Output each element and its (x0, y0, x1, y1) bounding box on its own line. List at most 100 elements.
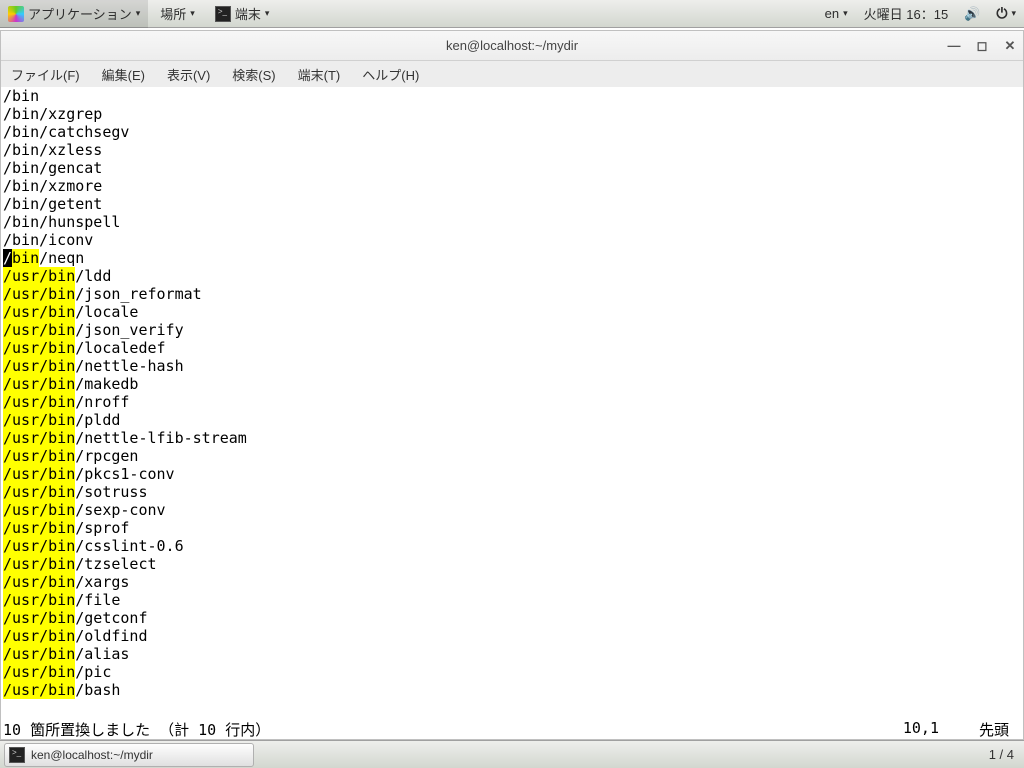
terminal-line: /usr/bin/pic (3, 663, 1021, 681)
chevron-down-icon: ▾ (1011, 8, 1016, 19)
places-label: 場所 (160, 4, 186, 23)
search-highlight: /usr/bin (3, 375, 75, 393)
scroll-position: 先頭 (979, 719, 1009, 740)
search-highlight: /usr/bin (3, 285, 75, 303)
menu-view[interactable]: 表示(V) (163, 63, 214, 86)
terminal-line: /usr/bin/rpcgen (3, 447, 1021, 465)
bottom-panel: ken@localhost:~/mydir 1 / 4 (0, 740, 1024, 768)
terminal-line: /usr/bin/alias (3, 645, 1021, 663)
status-message: 10 箇所置換しました （計 10 行内） (3, 719, 270, 740)
terminal-window: ken@localhost:~/mydir — ◻ ✕ ファイル(F) 編集(E… (0, 30, 1024, 740)
power-icon (996, 5, 1007, 22)
search-highlight: /usr/bin (3, 303, 75, 321)
cursor: / (3, 249, 12, 267)
applications-menu[interactable]: アプリケーション ▾ (0, 0, 148, 28)
search-highlight: /usr/bin (3, 519, 75, 537)
chevron-down-icon: ▾ (843, 8, 848, 19)
menu-terminal[interactable]: 端末(T) (294, 63, 345, 86)
terminal-line: /usr/bin/file (3, 591, 1021, 609)
terminal-line: /bin/catchsegv (3, 123, 1021, 141)
search-highlight: /usr/bin (3, 393, 75, 411)
search-highlight: /usr/bin (3, 483, 75, 501)
terminal-line: /usr/bin/oldfind (3, 627, 1021, 645)
terminal-line: /usr/bin/nettle-hash (3, 357, 1021, 375)
terminal-icon (9, 747, 25, 763)
search-highlight: bin (12, 249, 39, 267)
terminal-line: /usr/bin/tzselect (3, 555, 1021, 573)
chevron-down-icon: ▾ (136, 8, 141, 19)
terminal-line: /bin/iconv (3, 231, 1021, 249)
terminal-quicklaunch[interactable]: 端末 ▾ (207, 0, 278, 28)
search-highlight: /usr/bin (3, 609, 75, 627)
search-highlight: /usr/bin (3, 267, 75, 285)
window-title: ken@localhost:~/mydir (446, 38, 578, 53)
terminal-line: /bin/gencat (3, 159, 1021, 177)
menubar: ファイル(F) 編集(E) 表示(V) 検索(S) 端末(T) ヘルプ(H) (1, 61, 1023, 87)
menu-file[interactable]: ファイル(F) (7, 63, 84, 86)
terminal-line: /bin/getent (3, 195, 1021, 213)
terminal-line: /usr/bin/csslint-0.6 (3, 537, 1021, 555)
titlebar[interactable]: ken@localhost:~/mydir — ◻ ✕ (1, 31, 1023, 61)
terminal-line: /bin/neqn (3, 249, 1021, 267)
search-highlight: /usr/bin (3, 501, 75, 519)
volume-icon (964, 6, 980, 22)
terminal-label: 端末 (235, 4, 261, 23)
terminal-line: /usr/bin/locale (3, 303, 1021, 321)
terminal-line: /usr/bin/pldd (3, 411, 1021, 429)
menu-edit[interactable]: 編集(E) (98, 63, 149, 86)
close-button[interactable]: ✕ (1003, 39, 1017, 53)
vim-status-line: 10 箇所置換しました （計 10 行内） 10,1 先頭 (1, 719, 1023, 739)
workspace-label: 1 / 4 (989, 747, 1014, 762)
chevron-down-icon: ▾ (190, 8, 195, 19)
search-highlight: /usr/bin (3, 339, 75, 357)
terminal-line: /usr/bin/nroff (3, 393, 1021, 411)
places-menu[interactable]: 場所 ▾ (152, 0, 203, 28)
terminal-content[interactable]: /bin/bin/xzgrep/bin/catchsegv/bin/xzless… (1, 87, 1023, 719)
terminal-line: /usr/bin/bash (3, 681, 1021, 699)
search-highlight: /usr/bin (3, 555, 75, 573)
distro-logo-icon (8, 6, 24, 22)
power-menu[interactable]: ▾ (988, 0, 1024, 28)
search-highlight: /usr/bin (3, 573, 75, 591)
terminal-line: /usr/bin/json_reformat (3, 285, 1021, 303)
terminal-line: /usr/bin/nettle-lfib-stream (3, 429, 1021, 447)
search-highlight: /usr/bin (3, 411, 75, 429)
taskbar-item-label: ken@localhost:~/mydir (31, 748, 153, 762)
volume-control[interactable] (956, 0, 988, 28)
minimize-button[interactable]: — (947, 39, 961, 53)
top-panel: アプリケーション ▾ 場所 ▾ 端末 ▾ en ▾ 火曜日 16：15 ▾ (0, 0, 1024, 28)
terminal-line: /usr/bin/ldd (3, 267, 1021, 285)
terminal-line: /usr/bin/json_verify (3, 321, 1021, 339)
maximize-button[interactable]: ◻ (975, 39, 989, 53)
terminal-line: /usr/bin/pkcs1-conv (3, 465, 1021, 483)
terminal-line: /bin (3, 87, 1021, 105)
terminal-line: /bin/xzless (3, 141, 1021, 159)
terminal-line: /usr/bin/makedb (3, 375, 1021, 393)
search-highlight: /usr/bin (3, 465, 75, 483)
search-highlight: /usr/bin (3, 429, 75, 447)
menu-search[interactable]: 検索(S) (228, 63, 279, 86)
search-highlight: /usr/bin (3, 591, 75, 609)
terminal-line: /bin/xzgrep (3, 105, 1021, 123)
search-highlight: /usr/bin (3, 537, 75, 555)
workspace-switcher[interactable]: 1 / 4 (979, 747, 1024, 762)
search-highlight: /usr/bin (3, 645, 75, 663)
terminal-line: /usr/bin/getconf (3, 609, 1021, 627)
terminal-line: /bin/xzmore (3, 177, 1021, 195)
search-highlight: /usr/bin (3, 321, 75, 339)
search-highlight: /usr/bin (3, 681, 75, 699)
search-highlight: /usr/bin (3, 627, 75, 645)
terminal-line: /usr/bin/sotruss (3, 483, 1021, 501)
terminal-icon (215, 6, 231, 22)
terminal-line: /usr/bin/localedef (3, 339, 1021, 357)
input-language-indicator[interactable]: en ▾ (817, 0, 856, 28)
search-highlight: /usr/bin (3, 357, 75, 375)
clock[interactable]: 火曜日 16：15 (856, 0, 957, 28)
applications-label: アプリケーション (28, 4, 132, 23)
terminal-line: /usr/bin/sexp-conv (3, 501, 1021, 519)
taskbar-item-terminal[interactable]: ken@localhost:~/mydir (4, 743, 254, 767)
chevron-down-icon: ▾ (265, 8, 270, 19)
menu-help[interactable]: ヘルプ(H) (358, 63, 423, 86)
terminal-line: /bin/hunspell (3, 213, 1021, 231)
datetime-label: 火曜日 16：15 (864, 4, 949, 23)
